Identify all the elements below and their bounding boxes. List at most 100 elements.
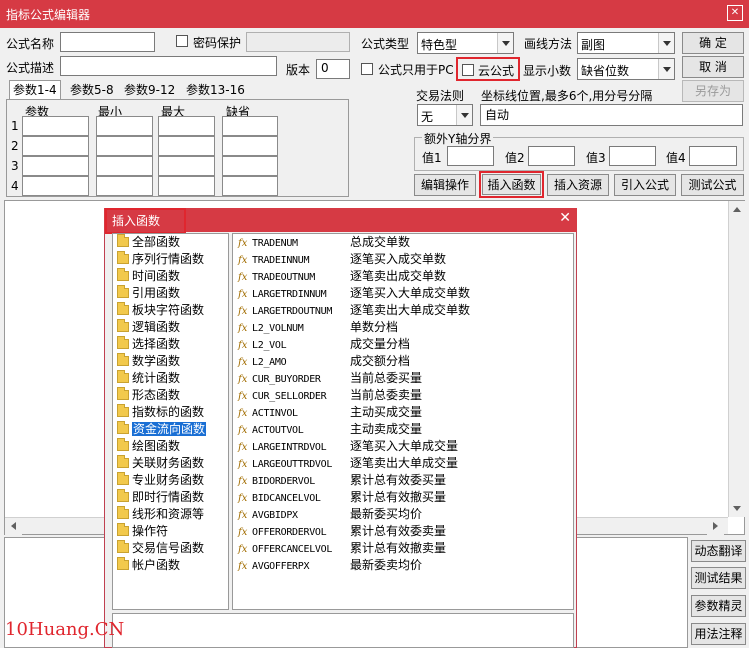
decimals-select[interactable]: 缺省位数 bbox=[577, 58, 675, 80]
category-item[interactable]: 操作符 bbox=[117, 523, 168, 540]
function-row[interactable]: fx L2_VOL 成交量分档 bbox=[238, 336, 410, 353]
chevron-down-icon[interactable] bbox=[658, 33, 674, 53]
version-input[interactable]: 0 bbox=[316, 59, 350, 79]
category-item[interactable]: 交易信号函数 bbox=[117, 540, 204, 557]
insert-function-button[interactable]: 插入函数 bbox=[482, 174, 541, 195]
save-as-button[interactable]: 另存为 bbox=[682, 80, 744, 102]
function-row[interactable]: fx LARGEOUTTRDVOL 逐笔卖出大单成交量 bbox=[238, 455, 458, 472]
formula-desc-input[interactable] bbox=[60, 56, 277, 76]
edit-ops-button[interactable]: 编辑操作 bbox=[414, 174, 476, 196]
param-cell[interactable] bbox=[22, 156, 89, 176]
function-row[interactable]: fx OFFERCANCELVOL 累计总有效撤卖量 bbox=[238, 540, 446, 557]
function-row[interactable]: fx BIDCANCELVOL 累计总有效撤买量 bbox=[238, 489, 446, 506]
param-cell[interactable] bbox=[96, 136, 153, 156]
function-row[interactable]: fx LARGETRDINNUM 逐笔买入大单成交单数 bbox=[238, 285, 470, 302]
scroll-left-icon[interactable] bbox=[5, 518, 22, 535]
function-row[interactable]: fx AVGOFFERPX 最新委卖均价 bbox=[238, 557, 422, 574]
function-row[interactable]: fx L2_AMO 成交额分档 bbox=[238, 353, 410, 370]
value-1-input[interactable] bbox=[447, 146, 494, 166]
import-formula-button[interactable]: 引入公式 bbox=[614, 174, 676, 196]
value-4-input[interactable] bbox=[689, 146, 737, 166]
function-row[interactable]: fx TRADEINNUM 逐笔买入成交单数 bbox=[238, 251, 446, 268]
category-item[interactable]: 全部函数 bbox=[117, 234, 180, 251]
param-wizard-button[interactable]: 参数精灵 bbox=[691, 595, 746, 617]
tab-params-1-4[interactable]: 参数1-4 bbox=[9, 80, 61, 100]
category-item[interactable]: 数学函数 bbox=[117, 353, 180, 370]
test-result-button[interactable]: 测试结果 bbox=[691, 567, 746, 589]
function-row[interactable]: fx CUR_BUYORDER 当前总委买量 bbox=[238, 370, 422, 387]
cloud-formula-checkbox[interactable] bbox=[462, 64, 474, 76]
param-cell[interactable] bbox=[96, 156, 153, 176]
value-3-input[interactable] bbox=[609, 146, 656, 166]
function-row[interactable]: fx AVGBIDPX 最新委买均价 bbox=[238, 506, 422, 523]
category-item[interactable]: 专业财务函数 bbox=[117, 472, 204, 489]
param-cell[interactable] bbox=[222, 156, 278, 176]
function-row[interactable]: fx TRADEOUTNUM 逐笔卖出成交单数 bbox=[238, 268, 446, 285]
insert-resource-button[interactable]: 插入资源 bbox=[547, 174, 609, 196]
category-item[interactable]: 线形和资源等 bbox=[117, 506, 204, 523]
param-cell[interactable] bbox=[22, 136, 89, 156]
axis-position-input[interactable]: 自动 bbox=[480, 104, 743, 126]
param-cell[interactable] bbox=[158, 136, 215, 156]
formula-type-select[interactable]: 特色型 bbox=[417, 32, 514, 54]
scroll-up-icon[interactable] bbox=[729, 201, 746, 218]
param-cell[interactable] bbox=[222, 176, 278, 196]
param-cell[interactable] bbox=[22, 116, 89, 136]
chevron-down-icon[interactable] bbox=[658, 59, 674, 79]
function-row[interactable]: fx LARGEINTRDVOL 逐笔买入大单成交量 bbox=[238, 438, 458, 455]
pc-only-checkbox[interactable] bbox=[361, 63, 373, 75]
tab-params-9-12[interactable]: 参数9-12 bbox=[121, 81, 178, 101]
test-formula-button[interactable]: 测试公式 bbox=[681, 174, 744, 196]
close-icon[interactable]: ✕ bbox=[727, 5, 743, 21]
close-icon[interactable]: ✕ bbox=[559, 210, 571, 226]
category-item[interactable]: 指数标的函数 bbox=[117, 404, 204, 421]
function-desc: 最新委买均价 bbox=[350, 507, 423, 521]
chevron-down-icon[interactable] bbox=[497, 33, 513, 53]
password-checkbox[interactable] bbox=[176, 35, 188, 47]
category-item[interactable]: 关联财务函数 bbox=[117, 455, 204, 472]
param-cell[interactable] bbox=[96, 116, 153, 136]
category-item[interactable]: 即时行情函数 bbox=[117, 489, 204, 506]
param-cell[interactable] bbox=[222, 116, 278, 136]
editor-vscroll[interactable] bbox=[728, 201, 746, 517]
trade-rule-select[interactable]: 无 bbox=[417, 104, 473, 126]
param-cell[interactable] bbox=[222, 136, 278, 156]
function-row[interactable]: fx ACTOUTVOL 主动卖成交量 bbox=[238, 421, 422, 438]
category-item[interactable]: 绘图函数 bbox=[117, 438, 180, 455]
category-item[interactable]: 序列行情函数 bbox=[117, 251, 204, 268]
function-row[interactable]: fx L2_VOLNUM 单数分档 bbox=[238, 319, 398, 336]
category-item[interactable]: 形态函数 bbox=[117, 387, 180, 404]
usage-notes-button[interactable]: 用法注释 bbox=[691, 623, 746, 645]
tab-params-5-8[interactable]: 参数5-8 bbox=[67, 81, 117, 101]
category-item[interactable]: 逻辑函数 bbox=[117, 319, 180, 336]
param-cell[interactable] bbox=[96, 176, 153, 196]
cancel-button[interactable]: 取 消 bbox=[682, 56, 744, 78]
tab-params-13-16[interactable]: 参数13-16 bbox=[183, 81, 248, 101]
param-cell[interactable] bbox=[22, 176, 89, 196]
formula-name-input[interactable] bbox=[60, 32, 155, 52]
category-item[interactable]: 资金流向函数 bbox=[117, 421, 207, 438]
category-item[interactable]: 帐户函数 bbox=[117, 557, 180, 574]
function-row[interactable]: fx ACTINVOL 主动买成交量 bbox=[238, 404, 422, 421]
function-row[interactable]: fx LARGETRDOUTNUM 逐笔卖出大单成交单数 bbox=[238, 302, 470, 319]
category-item[interactable]: 时间函数 bbox=[117, 268, 180, 285]
scroll-right-icon[interactable] bbox=[707, 518, 724, 535]
dynamic-translate-button[interactable]: 动态翻译 bbox=[691, 540, 746, 562]
param-cell[interactable] bbox=[158, 156, 215, 176]
draw-method-select[interactable]: 副图 bbox=[577, 32, 675, 54]
category-item[interactable]: 板块字符函数 bbox=[117, 302, 204, 319]
function-row[interactable]: fx CUR_SELLORDER 当前总委卖量 bbox=[238, 387, 422, 404]
category-item[interactable]: 统计函数 bbox=[117, 370, 180, 387]
category-item[interactable]: 选择函数 bbox=[117, 336, 180, 353]
param-cell[interactable] bbox=[158, 116, 215, 136]
chevron-down-icon[interactable] bbox=[456, 105, 472, 125]
param-cell[interactable] bbox=[158, 176, 215, 196]
scroll-down-icon[interactable] bbox=[729, 500, 746, 517]
function-row[interactable]: fx BIDORDERVOL 累计总有效委买量 bbox=[238, 472, 446, 489]
value-2-input[interactable] bbox=[528, 146, 575, 166]
function-row[interactable]: fx TRADENUM 总成交单数 bbox=[238, 234, 410, 251]
ok-button[interactable]: 确 定 bbox=[682, 32, 744, 54]
password-input[interactable] bbox=[246, 32, 350, 52]
function-row[interactable]: fx OFFERORDERVOL 累计总有效委卖量 bbox=[238, 523, 446, 540]
category-item[interactable]: 引用函数 bbox=[117, 285, 180, 302]
